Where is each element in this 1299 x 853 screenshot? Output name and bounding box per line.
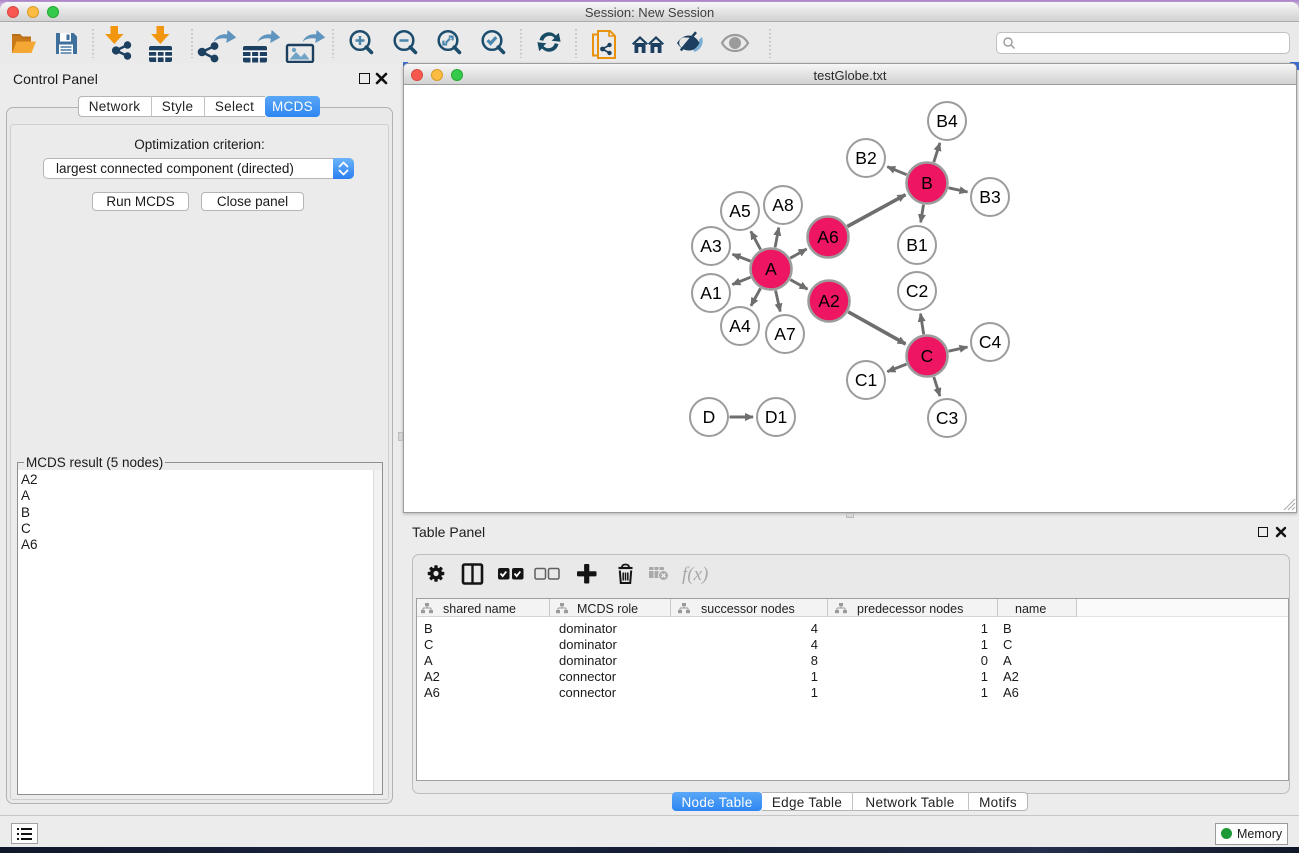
svg-text:f(x): f(x)	[682, 564, 708, 585]
svg-text:B3: B3	[979, 187, 1000, 207]
svg-text:B2: B2	[855, 148, 876, 168]
svg-text:B: B	[921, 173, 933, 193]
svg-text:D: D	[703, 407, 716, 427]
svg-text:A6: A6	[817, 227, 838, 247]
svg-text:A8: A8	[772, 195, 793, 215]
svg-text:C1: C1	[855, 370, 877, 390]
svg-text:A7: A7	[774, 324, 795, 344]
svg-text:A5: A5	[729, 201, 750, 221]
svg-text:A3: A3	[700, 236, 721, 256]
svg-text:C3: C3	[936, 408, 958, 428]
svg-text:A2: A2	[818, 291, 839, 311]
svg-text:D1: D1	[765, 407, 787, 427]
svg-text:B4: B4	[936, 111, 958, 131]
svg-text:A: A	[765, 259, 777, 279]
svg-text:A4: A4	[729, 316, 751, 336]
svg-text:C: C	[921, 346, 934, 366]
svg-text:B1: B1	[906, 235, 927, 255]
svg-text:C2: C2	[906, 281, 928, 301]
svg-text:C4: C4	[979, 332, 1002, 352]
svg-text:A1: A1	[700, 283, 721, 303]
